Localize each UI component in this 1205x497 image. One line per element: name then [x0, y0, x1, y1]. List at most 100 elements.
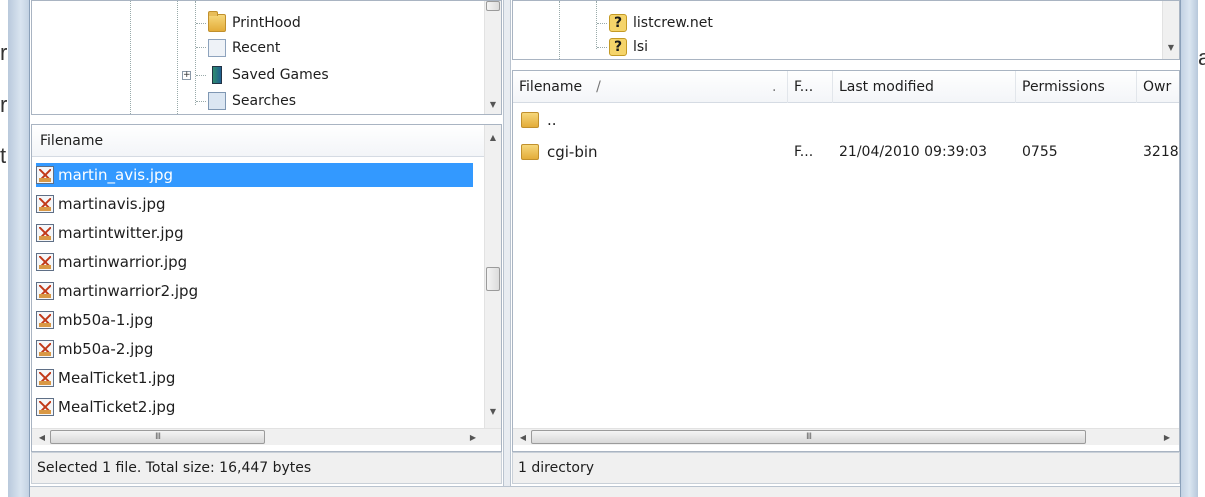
tree-item-printhood[interactable]: PrintHood — [208, 11, 301, 35]
list-item-parent[interactable]: .. — [521, 107, 557, 133]
tree-item-listcrew[interactable]: ? listcrew.net — [609, 11, 713, 35]
vertical-scrollbar[interactable]: ▼ — [484, 1, 501, 114]
status-text: Selected 1 file. Total size: 16,447 byte… — [37, 460, 312, 476]
pane-splitter[interactable] — [503, 0, 511, 497]
file-modified: 21/04/2010 09:39:03 — [839, 144, 988, 160]
horizontal-scrollbar[interactable]: ◀ III ▶ — [513, 428, 1179, 445]
tree-guide — [196, 101, 206, 102]
scroll-right-icon[interactable]: ▶ — [1159, 429, 1175, 445]
tree-guide — [597, 47, 607, 48]
vertical-scrollbar[interactable]: ▲ ▼ — [484, 125, 501, 428]
scrollbar-grip: III — [155, 432, 161, 442]
local-directory-tree[interactable]: PrintHood Recent + Saved Games Searches … — [31, 0, 502, 115]
list-item[interactable]: MealTicket2.jpg — [36, 395, 473, 419]
file-owner: 3218 — [1143, 144, 1179, 160]
remote-status-bar: 1 directory — [512, 452, 1180, 484]
background-text: t — [0, 143, 7, 168]
list-item[interactable]: martinwarrior.jpg — [36, 250, 473, 274]
tree-item-searches[interactable]: Searches — [208, 89, 296, 113]
scroll-left-icon[interactable]: ◀ — [515, 429, 531, 445]
column-last-modified-label: Last modified — [839, 79, 934, 95]
scrollbar-grip: III — [806, 432, 812, 442]
scrollbar-thumb[interactable] — [486, 267, 500, 291]
window-frame-bottom — [30, 486, 1180, 497]
tree-item-label: PrintHood — [232, 15, 301, 31]
scroll-down-icon[interactable]: ▼ — [1163, 39, 1179, 55]
folder-icon — [521, 144, 539, 160]
jpg-file-icon — [36, 224, 54, 242]
column-filetype-label: F... — [794, 79, 814, 95]
file-name: martinwarrior.jpg — [58, 253, 188, 271]
recent-icon — [208, 39, 226, 57]
file-name: martinwarrior2.jpg — [58, 282, 199, 300]
tree-guide — [196, 23, 206, 24]
column-owner[interactable]: Owr — [1137, 71, 1179, 103]
jpg-file-icon — [36, 340, 54, 358]
file-name: martin_avis.jpg — [58, 166, 174, 184]
column-last-modified[interactable]: Last modified — [833, 71, 1016, 103]
jpg-file-icon — [36, 369, 54, 387]
local-status-bar: Selected 1 file. Total size: 16,447 byte… — [31, 452, 502, 484]
column-filename[interactable]: Filename / . — [513, 71, 788, 103]
local-file-list[interactable]: Filename martin_avis.jpg martinavis.jpg … — [31, 124, 502, 452]
column-filename[interactable]: Filename — [32, 125, 484, 157]
tree-item-label: Recent — [232, 40, 281, 56]
file-name: MealTicket2.jpg — [58, 398, 176, 416]
tree-item-lsi[interactable]: ? lsi — [609, 35, 648, 59]
tree-guide — [559, 1, 560, 59]
tree-guide — [196, 47, 206, 48]
searches-icon — [208, 92, 226, 110]
jpg-file-icon — [36, 253, 54, 271]
folder-icon — [521, 112, 539, 128]
tree-guide — [597, 23, 607, 24]
list-item[interactable]: martinwarrior2.jpg — [36, 279, 473, 303]
column-separator-dot: . — [772, 79, 777, 95]
unknown-folder-icon: ? — [609, 14, 627, 32]
jpg-file-icon — [36, 398, 54, 416]
status-text: 1 directory — [518, 460, 594, 476]
horizontal-scrollbar[interactable]: ◀ III ▶ — [32, 428, 501, 445]
jpg-file-icon — [36, 282, 54, 300]
tree-guide — [196, 75, 206, 76]
vertical-scrollbar[interactable]: ▼ — [1162, 1, 1179, 59]
scrollbar-thumb[interactable]: III — [50, 430, 265, 444]
column-owner-label: Owr — [1143, 79, 1172, 95]
tree-item-recent[interactable]: Recent — [208, 36, 280, 60]
scroll-down-icon[interactable]: ▼ — [485, 96, 501, 112]
remote-file-list[interactable]: Filename / . F... Last modified Permissi… — [512, 70, 1180, 452]
file-name: mb50a-1.jpg — [58, 311, 154, 329]
saved-games-icon — [212, 66, 222, 84]
tree-item-saved-games[interactable]: Saved Games — [208, 63, 329, 87]
jpg-file-icon — [36, 311, 54, 329]
column-filename-label: Filename — [40, 133, 104, 149]
jpg-file-icon — [36, 166, 54, 184]
background-text: r — [0, 92, 8, 117]
tree-guide — [195, 1, 196, 105]
list-item[interactable]: martinavis.jpg — [36, 192, 473, 216]
file-name: martinavis.jpg — [58, 195, 166, 213]
column-filetype[interactable]: F... — [788, 71, 833, 103]
tree-guide — [596, 1, 597, 49]
scroll-down-icon[interactable]: ▼ — [485, 403, 501, 419]
expand-icon[interactable]: + — [182, 71, 191, 80]
list-item[interactable]: MealTicket1.jpg — [36, 366, 473, 390]
unknown-folder-icon: ? — [609, 38, 627, 56]
list-item-selected[interactable]: martin_avis.jpg — [36, 163, 473, 187]
scrollbar-thumb[interactable] — [486, 1, 500, 11]
list-item[interactable]: martintwitter.jpg — [36, 221, 473, 245]
tree-guide — [177, 1, 178, 114]
list-header: Filename — [32, 125, 484, 157]
list-item[interactable]: mb50a-2.jpg — [36, 337, 473, 361]
tree-guide — [130, 1, 131, 114]
column-permissions[interactable]: Permissions — [1016, 71, 1137, 103]
scroll-up-icon[interactable]: ▲ — [485, 129, 501, 145]
file-name: mb50a-2.jpg — [58, 340, 154, 358]
jpg-file-icon — [36, 195, 54, 213]
remote-directory-tree[interactable]: ? listcrew.net ? lsi ▼ — [512, 0, 1180, 60]
list-item[interactable]: cgi-bin — [521, 139, 598, 165]
scroll-right-icon[interactable]: ▶ — [465, 429, 481, 445]
scroll-left-icon[interactable]: ◀ — [34, 429, 50, 445]
scrollbar-thumb[interactable]: III — [531, 430, 1086, 444]
tree-item-label: Saved Games — [232, 67, 329, 83]
list-item[interactable]: mb50a-1.jpg — [36, 308, 473, 332]
